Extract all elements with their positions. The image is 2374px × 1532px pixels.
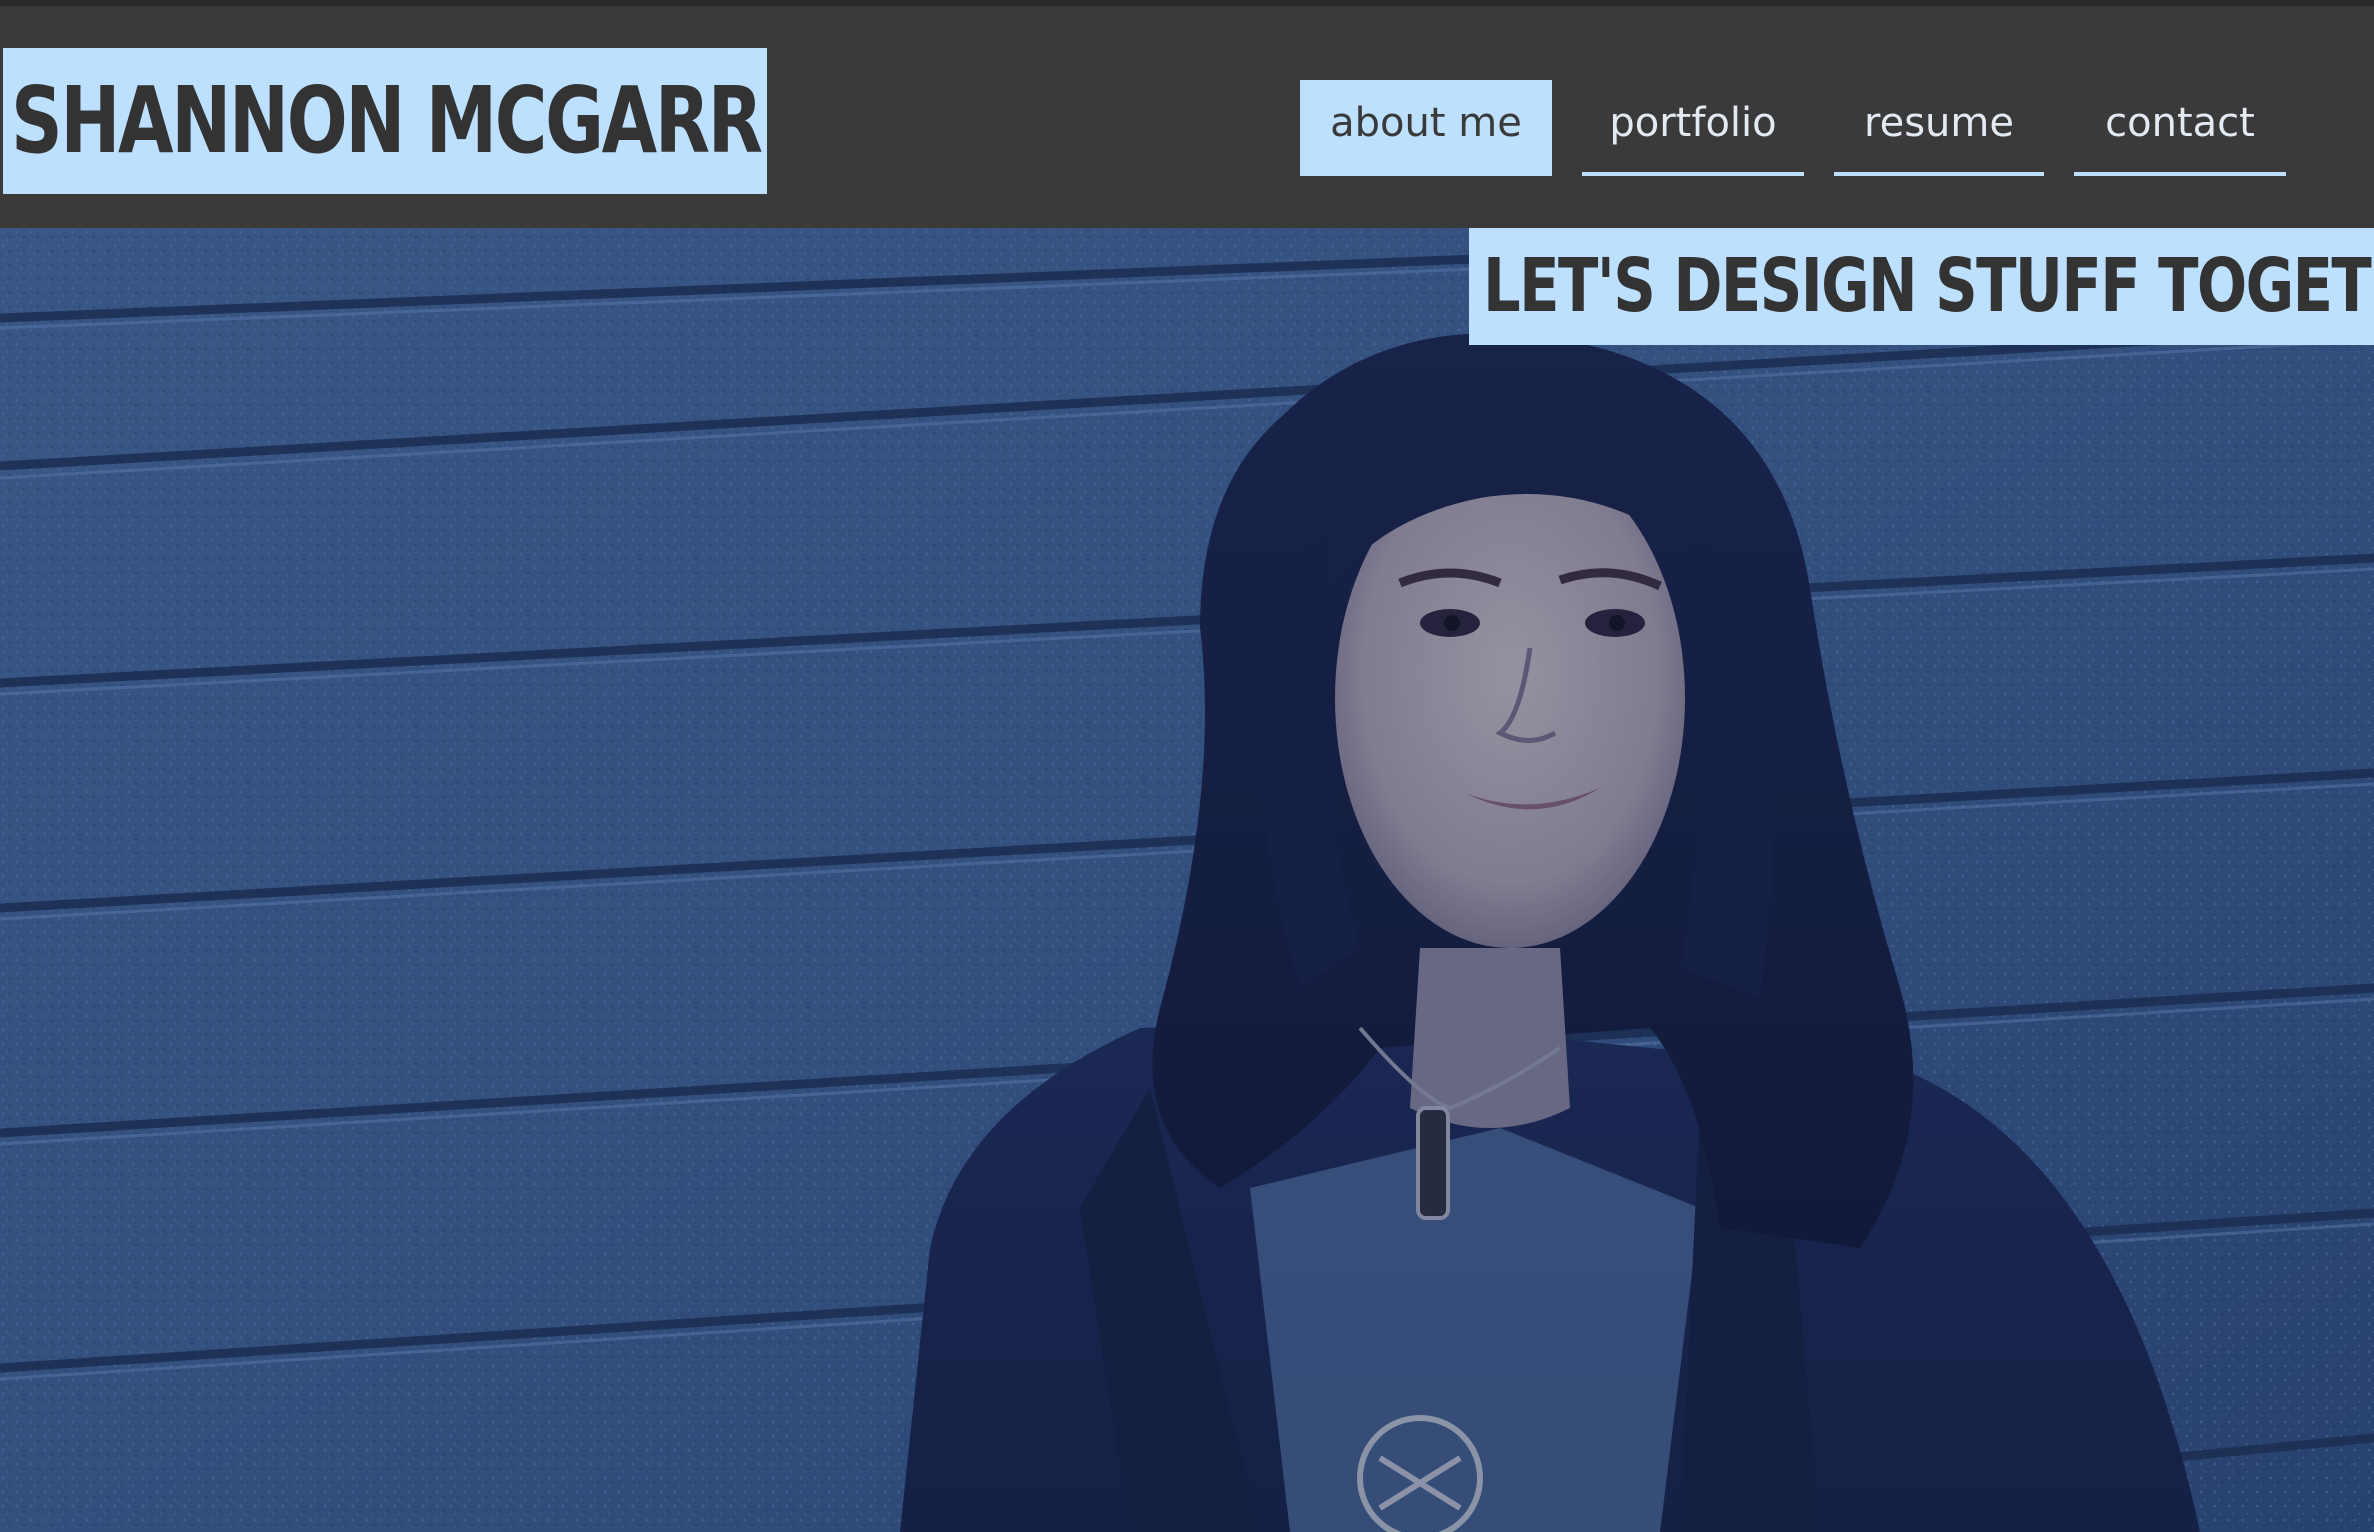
site-header: SHANNON MCGARR about me portfolio resume… (0, 6, 2374, 228)
site-logo-text: SHANNON MCGARR (11, 67, 763, 174)
page: SHANNON MCGARR about me portfolio resume… (0, 0, 2374, 1532)
nav-portfolio-underline (1582, 172, 1804, 176)
nav-about-me-label: about me (1330, 100, 1522, 146)
nav-contact-label: contact (2105, 100, 2255, 146)
nav-about-me[interactable]: about me (1300, 80, 1552, 176)
nav-resume-label: resume (1864, 100, 2014, 146)
site-logo[interactable]: SHANNON MCGARR (3, 48, 767, 194)
hero-section: LET'S DESIGN STUFF TOGETHER! (0, 228, 2374, 1532)
nav-contact-underline (2074, 172, 2286, 176)
nav-resume-underline (1834, 172, 2044, 176)
nav-portfolio[interactable]: portfolio (1582, 80, 1804, 176)
nav-resume[interactable]: resume (1834, 80, 2044, 176)
hero-tagline-text: LET'S DESIGN STUFF TOGETHER! (1483, 243, 2374, 329)
nav-contact[interactable]: contact (2074, 80, 2286, 176)
nav-portfolio-label: portfolio (1609, 100, 1777, 146)
hero-portrait-photo (0, 228, 2374, 1532)
hero-tagline: LET'S DESIGN STUFF TOGETHER! (1469, 228, 2374, 345)
